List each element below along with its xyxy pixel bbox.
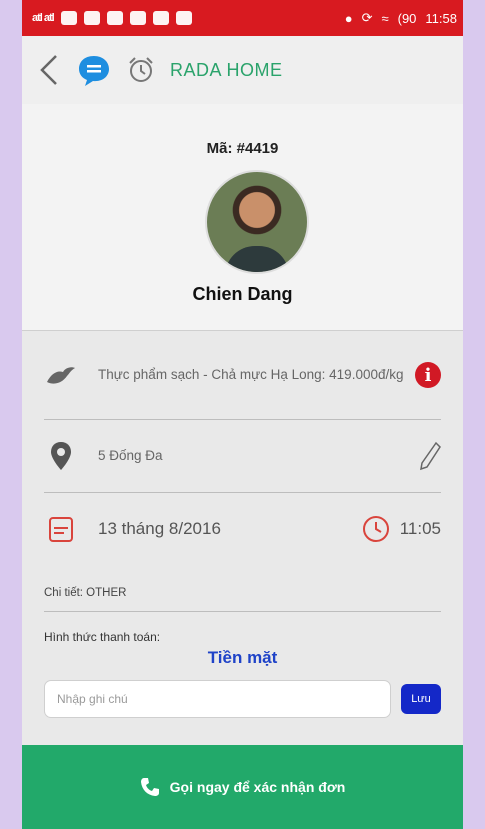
note-row: Lưu [44,680,441,718]
address-row: 5 Đống Đa [44,420,441,493]
order-code: Mã: #4419 [206,140,279,157]
edit-pencil-icon[interactable] [419,441,441,471]
payment-method: Tiền mặt [207,648,278,667]
clock-icon [362,516,389,542]
address-text: 5 Đống Đa [98,448,163,463]
product-row: Thực phẩm sạch - Chả mực Hạ Long: 419.00… [44,331,441,420]
save-button[interactable]: Lưu [401,684,441,714]
profile-header: Mã: #4419 Chien Dang [22,104,463,331]
order-time: 11:05 [399,519,441,538]
order-date: 13 tháng 8/2016 [98,519,221,538]
notification-icon [83,11,100,25]
clock-text: 11:58 [425,10,457,26]
call-button[interactable]: Gọi ngay để xác nhận đơn [22,745,463,829]
sync-icon: ⟳ [361,10,373,25]
notification-icon [60,11,77,25]
status-bar: atl atl ● ⟳ ≈ (90 11:58 [22,0,463,36]
customer-name: Chien Dang [192,284,293,304]
schedule-row: 13 tháng 8/2016 11:05 [44,493,441,565]
location-pin-icon [51,442,71,470]
order-detail: Chi tiết: OTHER [44,565,441,612]
back-icon[interactable] [36,50,62,90]
image-icon [175,11,192,25]
facebook-icon [129,11,146,25]
app-bar: RADA HOME [22,36,463,104]
product-text: Thực phẩm sạch - Chả mực Hạ Long: 419.00… [98,367,404,382]
twitter-icon [152,11,169,25]
payment-label: Hình thức thanh toán: [44,630,161,644]
calendar-icon [49,517,73,542]
location-icon: ● [344,10,353,26]
order-details: Thực phẩm sạch - Chả mực Hạ Long: 419.00… [22,331,463,718]
battery-icon: (90 [397,10,417,26]
call-label: Gọi ngay để xác nhận đơn [169,779,346,795]
avatar [205,170,309,274]
notification-icon [106,11,123,25]
phone-icon [140,778,159,796]
info-icon[interactable]: i [415,362,441,388]
alarm-icon[interactable] [126,55,156,85]
signal-icon: atl atl [32,12,55,24]
phone-screen: atl atl ● ⟳ ≈ (90 11:58 RADA HOME Mã: #4… [22,0,463,829]
app-title: RADA HOME [170,59,283,80]
product-icon [47,367,75,384]
wifi-icon: ≈ [381,10,389,26]
note-input[interactable] [44,680,391,718]
chat-icon[interactable] [76,52,112,88]
